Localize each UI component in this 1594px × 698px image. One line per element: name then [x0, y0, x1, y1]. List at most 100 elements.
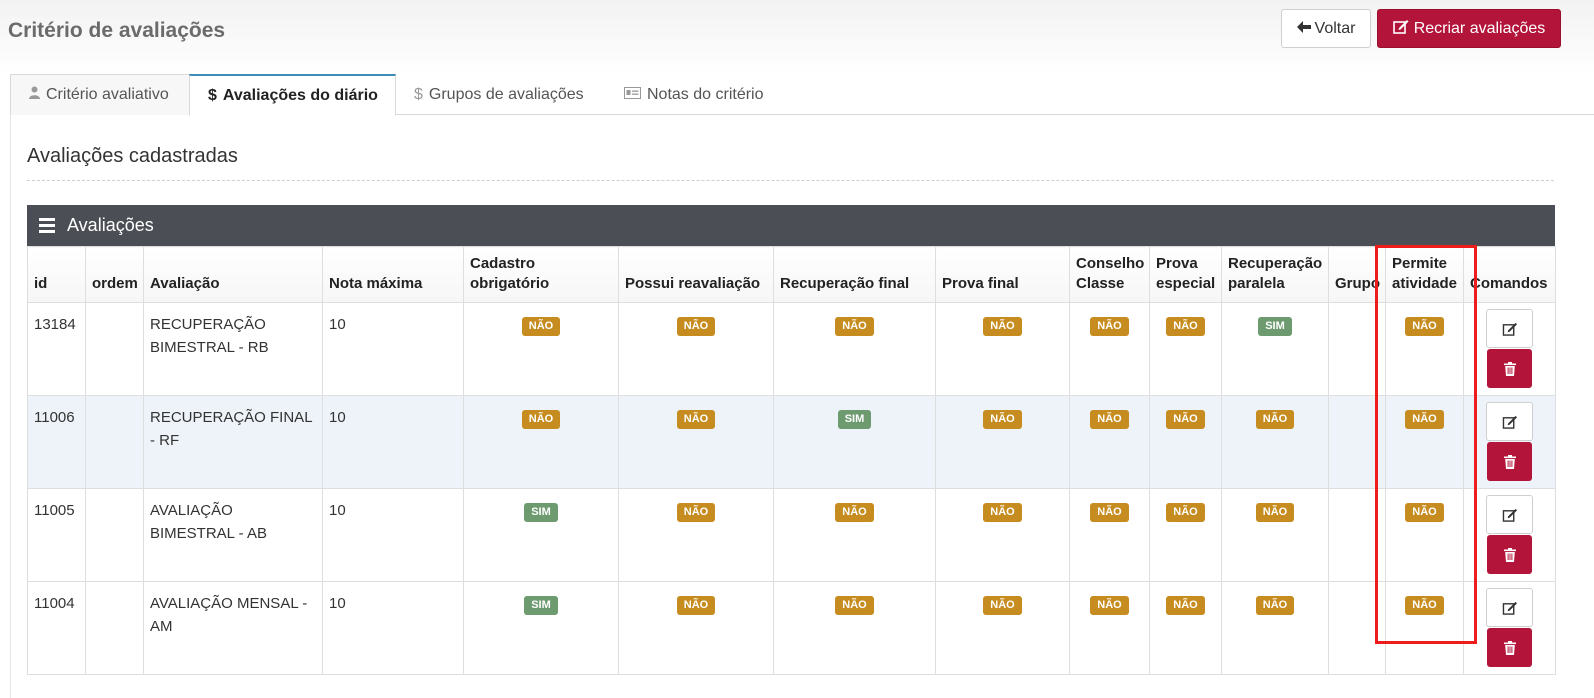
- status-badge: NÃO: [521, 410, 561, 429]
- box-title: Avaliações: [67, 215, 154, 235]
- table-row: 11004 AVALIAÇÃO MENSAL - AM 10 SIM NÃO N…: [27, 581, 1556, 675]
- panel-border: [10, 114, 11, 698]
- col-header-grupo[interactable]: Grupo: [1328, 246, 1386, 303]
- edit-icon: [1502, 415, 1517, 429]
- cell-avaliacao: AVALIAÇÃO MENSAL - AM: [143, 581, 323, 675]
- status-badge: NÃO: [1166, 503, 1205, 522]
- arrow-left-icon: [1296, 20, 1311, 38]
- col-header-permite-atividade[interactable]: Permite atividade: [1385, 246, 1464, 303]
- status-badge: NÃO: [1090, 317, 1129, 336]
- col-header-comandos: Comandos: [1463, 246, 1556, 303]
- tab-criterio-avaliativo[interactable]: Critério avaliativo: [10, 74, 190, 115]
- status-badge: NÃO: [1090, 596, 1129, 615]
- recreate-evaluations-button[interactable]: Recriar avaliações: [1377, 9, 1561, 48]
- col-header-recuperacao-paralela[interactable]: Recuperação paralela: [1221, 246, 1329, 303]
- col-header-conselho-classe[interactable]: Conselho Classe: [1069, 246, 1150, 303]
- status-badge: NÃO: [1255, 410, 1295, 429]
- tab-label: Grupos de avaliações: [428, 85, 584, 103]
- status-badge: NÃO: [1255, 503, 1295, 522]
- cell-avaliacao: AVALIAÇÃO BIMESTRAL - AB: [143, 488, 323, 582]
- cell-id: 11004: [27, 581, 86, 675]
- status-badge: NÃO: [983, 410, 1022, 429]
- status-badge: NÃO: [676, 317, 716, 336]
- edit-icon: [1392, 19, 1409, 39]
- status-badge: NÃO: [983, 317, 1022, 336]
- status-badge: NÃO: [835, 317, 874, 336]
- col-header-cadastro-obrigatorio[interactable]: Cadastro obrigatório: [463, 246, 619, 303]
- status-badge: NÃO: [521, 317, 561, 336]
- status-badge: SIM: [837, 410, 872, 429]
- table-row: 13184 RECUPERAÇÃO BIMESTRAL - RB 10 NÃO …: [27, 302, 1556, 396]
- col-header-prova-final[interactable]: Prova final: [935, 246, 1070, 303]
- evaluations-table: id ordem Avaliação Nota máxima Cadastro …: [27, 246, 1556, 675]
- back-button[interactable]: Voltar: [1281, 9, 1371, 48]
- tab-grupos-de-avaliacoes[interactable]: $ Grupos de avaliações: [396, 74, 606, 115]
- trash-icon: [1503, 547, 1516, 562]
- status-badge: NÃO: [676, 503, 716, 522]
- table-header-row: id ordem Avaliação Nota máxima Cadastro …: [27, 246, 1556, 303]
- status-badge: NÃO: [835, 596, 874, 615]
- edit-icon: [1502, 508, 1517, 522]
- status-badge: NÃO: [676, 410, 716, 429]
- tab-label: Critério avaliativo: [46, 86, 169, 103]
- status-badge: NÃO: [1405, 503, 1444, 522]
- trash-icon: [1503, 361, 1516, 376]
- cell-nota-maxima: 10: [322, 488, 464, 582]
- cell-ordem: [85, 488, 144, 582]
- col-header-nota-maxima[interactable]: Nota máxima: [322, 246, 464, 303]
- edit-button[interactable]: [1486, 402, 1533, 441]
- cell-grupo: [1328, 395, 1386, 489]
- col-header-recuperacao-final[interactable]: Recuperação final: [773, 246, 936, 303]
- edit-icon: [1502, 601, 1517, 615]
- status-badge: SIM: [1258, 317, 1292, 336]
- delete-button[interactable]: [1487, 349, 1532, 388]
- cell-avaliacao: RECUPERAÇÃO FINAL - RF: [143, 395, 323, 489]
- tab-label: Notas do critério: [647, 85, 764, 103]
- edit-button[interactable]: [1486, 309, 1533, 348]
- back-button-label: Voltar: [1314, 19, 1356, 37]
- table-row: 11006 RECUPERAÇÃO FINAL - RF 10 NÃO NÃO …: [27, 395, 1556, 489]
- status-badge: NÃO: [1405, 596, 1444, 615]
- status-badge: NÃO: [1405, 410, 1444, 429]
- status-badge: NÃO: [983, 596, 1022, 615]
- table-row: 11005 AVALIAÇÃO BIMESTRAL - AB 10 SIM NÃ…: [27, 488, 1556, 582]
- id-card-icon: [624, 86, 641, 104]
- cell-ordem: [85, 581, 144, 675]
- trash-icon: [1503, 640, 1516, 655]
- status-badge: NÃO: [983, 503, 1022, 522]
- delete-button[interactable]: [1487, 535, 1532, 574]
- col-header-possui-reavaliacao[interactable]: Possui reavaliação: [618, 246, 774, 303]
- col-header-avaliacao[interactable]: Avaliação: [143, 246, 323, 303]
- page-title: Critério de avaliações: [8, 19, 226, 42]
- edit-icon: [1502, 322, 1517, 336]
- tab-notas-do-criterio[interactable]: Notas do critério: [606, 74, 786, 115]
- cell-id: 13184: [27, 302, 86, 396]
- col-header-prova-especial[interactable]: Prova especial: [1149, 246, 1222, 303]
- cell-nota-maxima: 10: [322, 581, 464, 675]
- delete-button[interactable]: [1487, 628, 1532, 667]
- cell-avaliacao: RECUPERAÇÃO BIMESTRAL - RB: [143, 302, 323, 396]
- status-badge: NÃO: [1090, 503, 1129, 522]
- user-icon: [29, 86, 40, 104]
- status-badge: NÃO: [1166, 317, 1205, 336]
- delete-button[interactable]: [1487, 442, 1532, 481]
- edit-button[interactable]: [1486, 495, 1533, 534]
- status-badge: NÃO: [1405, 317, 1444, 336]
- cell-ordem: [85, 395, 144, 489]
- cell-grupo: [1328, 581, 1386, 675]
- status-badge: NÃO: [676, 596, 716, 615]
- tab-avaliacoes-do-diario[interactable]: $ Avaliações do diário: [189, 74, 396, 116]
- status-badge: NÃO: [1166, 410, 1205, 429]
- recreate-button-label: Recriar avaliações: [1413, 19, 1546, 37]
- trash-icon: [1503, 454, 1516, 469]
- status-badge: SIM: [524, 596, 558, 615]
- cell-nota-maxima: 10: [322, 395, 464, 489]
- cell-nota-maxima: 10: [322, 302, 464, 396]
- col-header-ordem[interactable]: ordem: [85, 246, 144, 303]
- bars-icon: [39, 218, 55, 233]
- status-badge: NÃO: [1255, 596, 1295, 615]
- cell-ordem: [85, 302, 144, 396]
- col-header-id[interactable]: id: [27, 246, 86, 303]
- edit-button[interactable]: [1486, 588, 1533, 627]
- cell-grupo: [1328, 302, 1386, 396]
